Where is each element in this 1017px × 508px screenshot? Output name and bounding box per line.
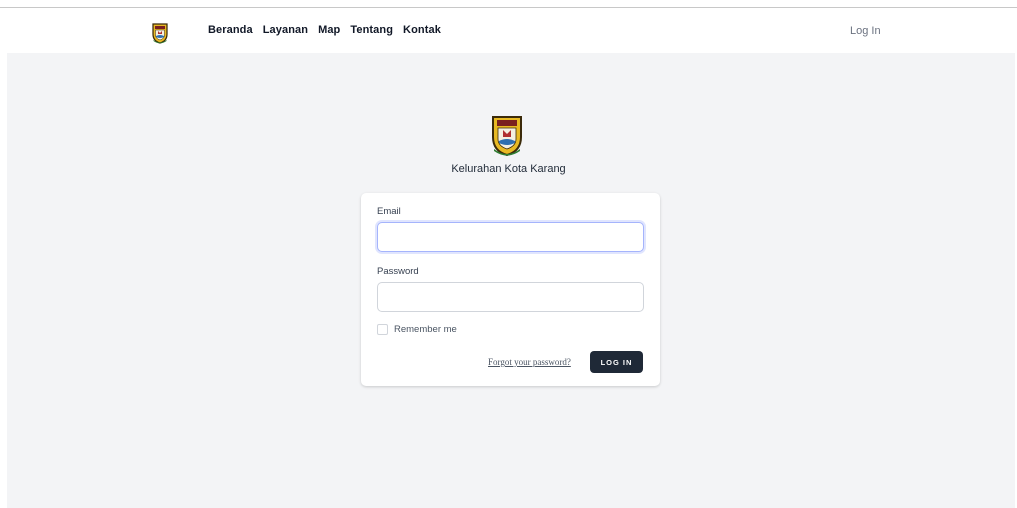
- nav-link-kontak[interactable]: Kontak: [403, 24, 441, 36]
- forgot-password-link[interactable]: Forgot your password?: [488, 357, 571, 367]
- nav-links: Beranda Layanan Map Tentang Kontak: [208, 24, 441, 36]
- nav-link-map[interactable]: Map: [318, 24, 340, 36]
- login-card: Email Password Remember me Forgot your p…: [361, 193, 660, 386]
- remember-me-label[interactable]: Remember me: [394, 324, 457, 335]
- remember-me-checkbox[interactable]: [377, 324, 388, 335]
- password-label: Password: [377, 266, 419, 277]
- nav-link-beranda[interactable]: Beranda: [208, 24, 253, 36]
- login-button[interactable]: LOG IN: [590, 351, 643, 373]
- city-emblem-icon[interactable]: [490, 113, 524, 157]
- city-emblem-icon[interactable]: [151, 22, 169, 44]
- nav-link-layanan[interactable]: Layanan: [263, 24, 308, 36]
- remember-me: Remember me: [377, 324, 457, 335]
- password-field[interactable]: [377, 282, 644, 312]
- nav-login-link[interactable]: Log In: [850, 25, 881, 37]
- brand-name: Kelurahan Kota Karang: [451, 163, 566, 175]
- nav-link-tentang[interactable]: Tentang: [350, 24, 393, 36]
- email-label: Email: [377, 206, 401, 217]
- navbar: Beranda Layanan Map Tentang Kontak Log I…: [7, 8, 1015, 53]
- email-field[interactable]: [377, 222, 644, 252]
